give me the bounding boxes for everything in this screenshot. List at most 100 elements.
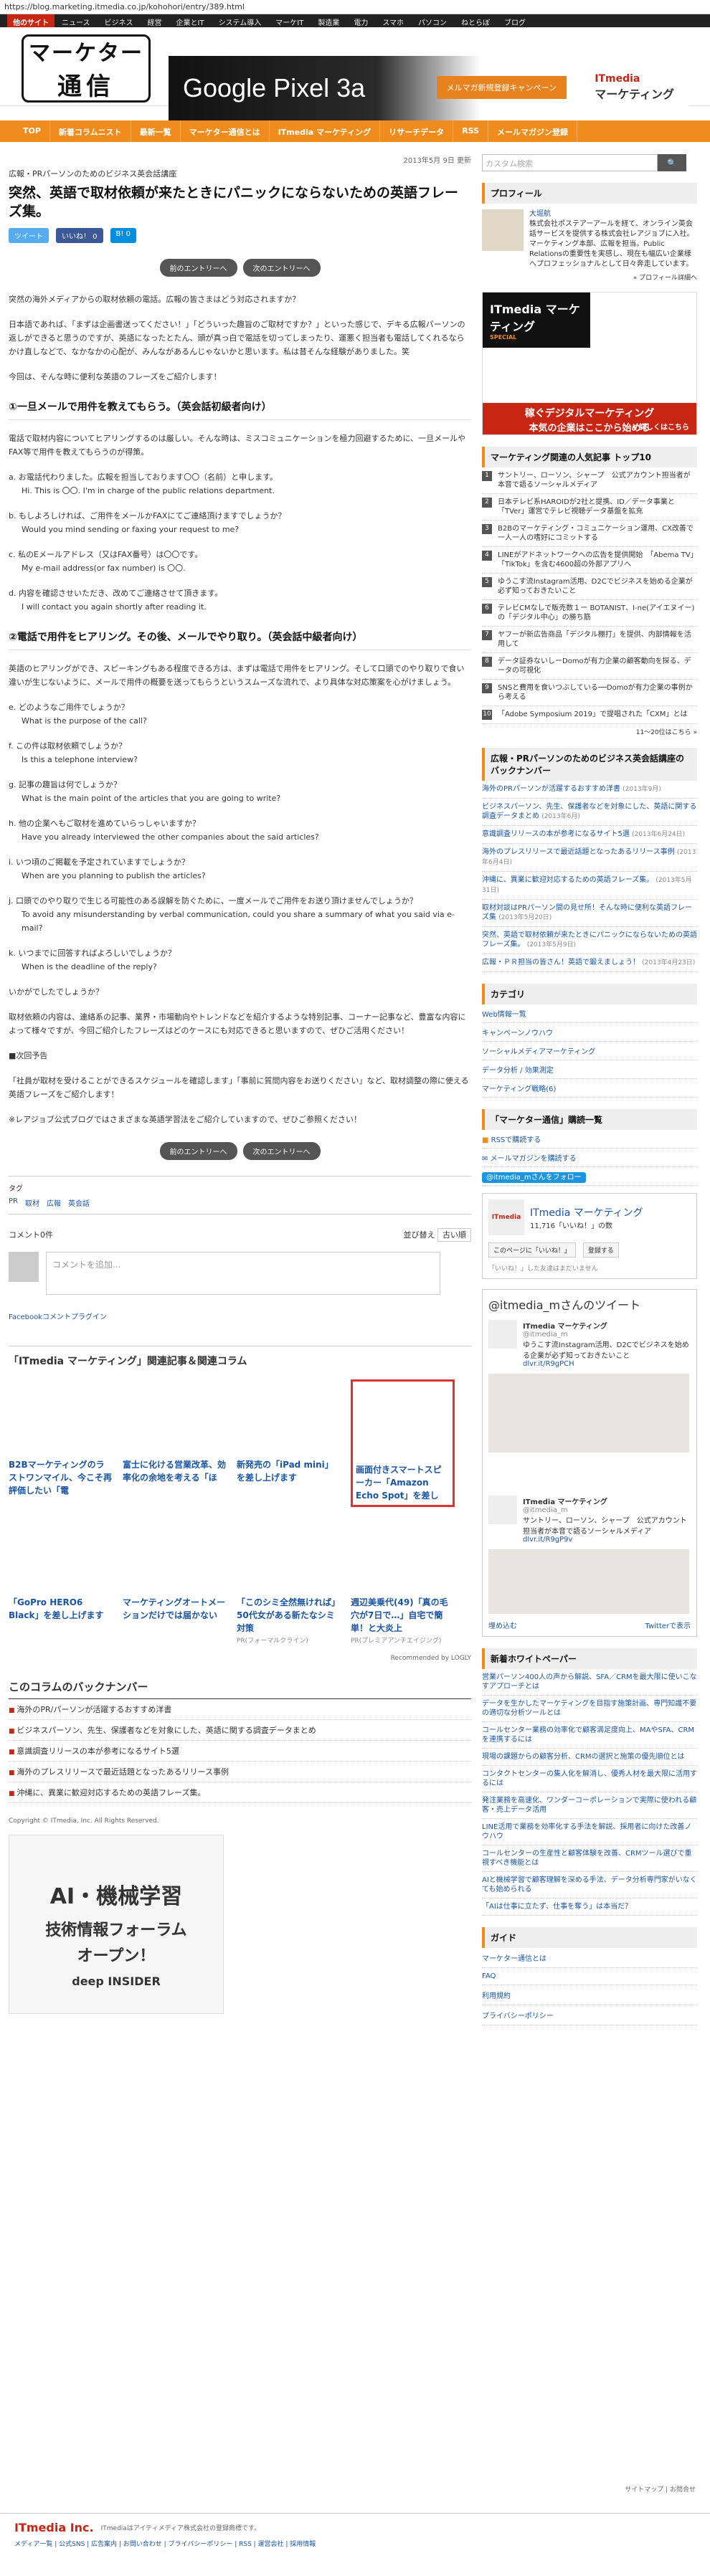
mk-ad-more[interactable]: » 詳しくはこちら — [632, 421, 689, 432]
ranking-item[interactable]: 9 SNSと費用を食いつぶしている──Domoが有力企業の事例から考える — [482, 680, 697, 706]
related-card[interactable]: マーケティングオートメーションだけでは届かない — [123, 1517, 227, 1648]
tweet[interactable]: ITmedia マーケティング @itmedia_m ゆうこす流Instagra… — [488, 1320, 691, 1368]
related-card[interactable]: B2Bマーケティングのラストワンマイル、今こそ再評価したい「電 — [9, 1379, 113, 1507]
category-item[interactable]: マーケティング戦略(6) — [482, 1079, 697, 1098]
catnav-columnists[interactable]: 新着コラムニスト — [50, 120, 131, 142]
whitepaper-item[interactable]: データを生かしたマーケティングを目指す施策計画、専門知識不要の適切な分析ツールと… — [482, 1696, 697, 1722]
whitepaper-item[interactable]: 発注業務を高速化、ワンダーコーポレーションで実際に使われる顧客・売上データ活用 — [482, 1792, 697, 1819]
site-logo[interactable]: マーケター 通信 — [22, 34, 151, 103]
topnav-item[interactable]: 企業とIT — [169, 14, 212, 27]
url-bar[interactable]: https://blog.marketing.itmedia.co.jp/koh… — [0, 0, 710, 14]
backnumber-item[interactable]: 海外のPR/パーソンが活躍するおすすめ洋書 — [9, 1699, 471, 1720]
topnav-item[interactable]: パソコン — [411, 14, 454, 27]
ranking-more-link[interactable]: 11〜20位はこちら » — [482, 727, 697, 736]
ranking-item[interactable]: 3 B2Bのマーケティング・コミュニケーション運用、CX改善で一人一人の嗜好にコミ… — [482, 521, 697, 547]
whitepaper-item[interactable]: コールセンター業務の効率化で顧客満足度向上、MAやSFA、CRMを連携するには — [482, 1722, 697, 1749]
catnav-top[interactable]: TOP — [14, 120, 50, 142]
tweet-link[interactable]: dlvr.it/R9gPCH — [523, 1360, 691, 1368]
topnav-item[interactable]: マーケIT — [268, 14, 311, 27]
tweet-link[interactable]: dlvr.it/R9gP9v — [523, 1536, 691, 1544]
comment-input[interactable]: コメントを追加... — [46, 1252, 440, 1295]
topnav-item[interactable]: スマホ — [375, 14, 411, 27]
catnav-rss[interactable]: RSS — [453, 120, 488, 142]
topnav-item[interactable]: ビジネス — [98, 14, 141, 27]
next-entry-button[interactable]: 次のエントリーへ — [242, 259, 321, 277]
related-card[interactable]: 「GoPro HERO6 Black」を差し上げます — [9, 1517, 113, 1648]
tag-link[interactable]: 取材 — [25, 1197, 39, 1208]
facebook-like-button[interactable]: いいね！ 0 — [56, 228, 103, 243]
related-card[interactable]: 週辺美乗代(49)「真の毛穴が7日で…」自宅で簡単！と大炎上 PR(プレミアアンチ… — [351, 1517, 455, 1648]
profile-more-link[interactable]: » プロフィール詳細へ — [482, 272, 697, 282]
search-button[interactable]: 🔍 — [658, 154, 686, 171]
ranking-item[interactable]: 4 LINEがアドネットワークへの広告を提供開始 「Abema TV」「TikTo… — [482, 547, 697, 574]
topnav-item[interactable]: ニュース — [55, 14, 98, 27]
twitter-view-link[interactable]: Twitterで表示 — [645, 1620, 691, 1630]
prev-entry-button[interactable]: 前のエントリーへ — [159, 1142, 237, 1160]
sidebar-backnumber-item[interactable]: 海外のプレスリリースで最近話題となったあるリリース事例 (2013年6月4日) — [482, 844, 697, 872]
twitter-timeline-title[interactable]: @itmedia_mさんのツイート — [488, 1296, 691, 1313]
profile-name[interactable]: 大堀航 — [529, 209, 697, 219]
header-ad-banner[interactable]: Google Pixel 3a が 当たる メルマガ新規登録キャンペーン ITm… — [169, 56, 688, 120]
sitemap-link[interactable]: サイトマップ | お問合せ — [625, 2484, 696, 2494]
catnav-newsletter[interactable]: メールマガジン登録 — [488, 120, 577, 142]
guide-item[interactable]: 利用規約 — [482, 1985, 697, 2005]
catnav-about[interactable]: マーケター通信とは — [181, 120, 270, 142]
backnumber-item[interactable]: 海外のプレスリリースで最近話題となったあるリリース事例 — [9, 1762, 471, 1782]
topnav-item[interactable]: 経営 — [141, 14, 169, 27]
topnav-item[interactable]: 電力 — [346, 14, 375, 27]
sidebar-backnumber-item[interactable]: 取材対談はPRパーソン間の見せ所！そんな時に便利な英語フレーズ集 (2013年5… — [482, 900, 697, 927]
related-card[interactable]: 富士に化ける営業改革、効率化の余地を考える「ほ — [123, 1379, 227, 1507]
sidebar-backnumber-item[interactable]: 意識調査リリースの本が参考になるサイト5選 (2013年6月24日) — [482, 826, 697, 844]
ranking-item[interactable]: 10 「Adobe Symposium 2019」で提唱された「CXM」とは — [482, 706, 697, 724]
search-input[interactable]: カスタム検索 — [482, 154, 658, 171]
whitepaper-item[interactable]: 現場の課題からの顧客分析、CRMの選択と施策の優先順位とは — [482, 1749, 697, 1766]
topnav-item[interactable]: ブログ — [497, 14, 533, 27]
whitepaper-item[interactable]: AIと機械学習で顧客理解を深める手法、データ分析専門家がいなくても始められる — [482, 1872, 697, 1898]
category-item[interactable]: ソーシャルメディアマーケティング — [482, 1042, 697, 1060]
ai-forum-banner[interactable]: AI・機械学習 技術情報フォーラム オープン！ deep INSIDER — [9, 1835, 224, 2014]
ranking-item[interactable]: 5 ゆうこす流Instagram活用、D2Cでビジネスを始める企業が必ず知っておき… — [482, 574, 697, 600]
sort-select[interactable]: 古い順 — [437, 1228, 471, 1242]
tweet-button[interactable]: ツイート — [9, 228, 49, 243]
related-card[interactable]: 画面付きスマートスピーカー「Amazon Echo Spot」を差し — [351, 1379, 455, 1507]
catnav-itmedia-marketing[interactable]: ITmedia マーケティング — [270, 120, 381, 142]
topnav-item[interactable]: 製造業 — [311, 14, 346, 27]
marketing-special-ad[interactable]: ITmedia マーケティング SPECIAL 稼ぐデジタルマーケティング 本気の… — [482, 292, 697, 435]
whitepaper-item[interactable]: コンタクトセンターの集人化を解消し、優秀人材を最大限に活用するには — [482, 1766, 697, 1792]
whitepaper-item[interactable]: LINE活用で業務を効率化する手法を解説、採用者に向けた改善ノウハウ — [482, 1819, 697, 1845]
whitepaper-item[interactable]: 営業パーソン400人の声から解説、SFA／CRMを最大限に使いこなすアプローチと… — [482, 1669, 697, 1696]
newsletter-subscribe-link[interactable]: ✉ メールマガジンを購読する — [482, 1149, 697, 1167]
sidebar-backnumber-item[interactable]: ビジネスパーソン、先生、保護者などを対象にした、英語に関する調査データまとめ (… — [482, 799, 697, 826]
catnav-research[interactable]: リサーチデータ — [380, 120, 454, 142]
recommended-by[interactable]: Recommended by LOGLY — [9, 1655, 471, 1662]
guide-item[interactable]: FAQ — [482, 1968, 697, 1985]
topnav-item[interactable]: ねとらぼ — [454, 14, 497, 27]
guide-item[interactable]: プライバシーポリシー — [482, 2005, 697, 2025]
next-entry-button[interactable]: 次のエントリーへ — [242, 1142, 321, 1160]
fb-subscribe-button[interactable]: 登録する — [582, 1242, 619, 1258]
backnumber-item[interactable]: ビジネスパーソン、先生、保護者などを対象にした、英語に関する調査データまとめ — [9, 1720, 471, 1741]
related-card[interactable]: 「このシミ全然無ければ」50代女がある新たなシミ対策 PR(フォーマルクライン) — [237, 1517, 341, 1648]
topnav-item[interactable]: システム導入 — [212, 14, 269, 27]
whitepaper-item[interactable]: コールセンターの生産性と顧客体験を改善、CRMツール選びで重視すべき機能とは — [482, 1845, 697, 1872]
hatena-bookmark-button[interactable]: B! 0 — [110, 228, 136, 243]
tag-link[interactable]: 英会話 — [68, 1197, 90, 1208]
backnumber-item[interactable]: 沖縄に、異業に歓迎対応するための英語フレーズ集。 — [9, 1782, 471, 1803]
twitter-follow-button[interactable]: @itmedia_mさんをフォロー — [482, 1167, 697, 1186]
category-item[interactable]: データ分析 / 効果測定 — [482, 1060, 697, 1079]
tweet-image[interactable] — [488, 1549, 689, 1614]
ad-campaign-button[interactable]: メルマガ新規登録キャンペーン — [436, 76, 567, 99]
ranking-item[interactable]: 6 テレビCMなしで販売数１ー BOTANIST、I-ne(アイエヌイー)の「デジ… — [482, 600, 697, 627]
tweet-image[interactable] — [488, 1374, 689, 1453]
catnav-latest[interactable]: 最新一覧 — [131, 120, 181, 142]
prev-entry-button[interactable]: 前のエントリーへ — [159, 259, 237, 277]
site-switcher[interactable]: 他のサイト — [7, 14, 55, 27]
sidebar-backnumber-item[interactable]: 沖縄に、異業に歓迎対応するための英語フレーズ集。 (2013年5月31日) — [482, 872, 697, 900]
whitepaper-item[interactable]: 「AIは仕事に立たず、仕事を奪う」は本当だ？ — [482, 1898, 697, 1916]
sidebar-backnumber-item[interactable]: 海外のPRパーソンが活躍するおすすめ洋書 (2013年9月) — [482, 781, 697, 799]
article-category[interactable]: 広報・PRパーソンのためのビジネス英会話講座 — [9, 168, 471, 179]
tweet[interactable]: ITmedia マーケティング @itmedia_m サントリー、ローソン、シャ… — [488, 1496, 691, 1544]
facebook-comment-plugin-link[interactable]: Facebookコメントプラグイン — [9, 1311, 471, 1321]
ranking-item[interactable]: 7 ヤフーが新広告商品「デジタル棚打」を提供、内部情報を活用して — [482, 627, 697, 653]
ranking-item[interactable]: 1 サントリー、ローソン、シャープ 公式アカウント担当者が本音で語るソーシャルメデ… — [482, 467, 697, 494]
